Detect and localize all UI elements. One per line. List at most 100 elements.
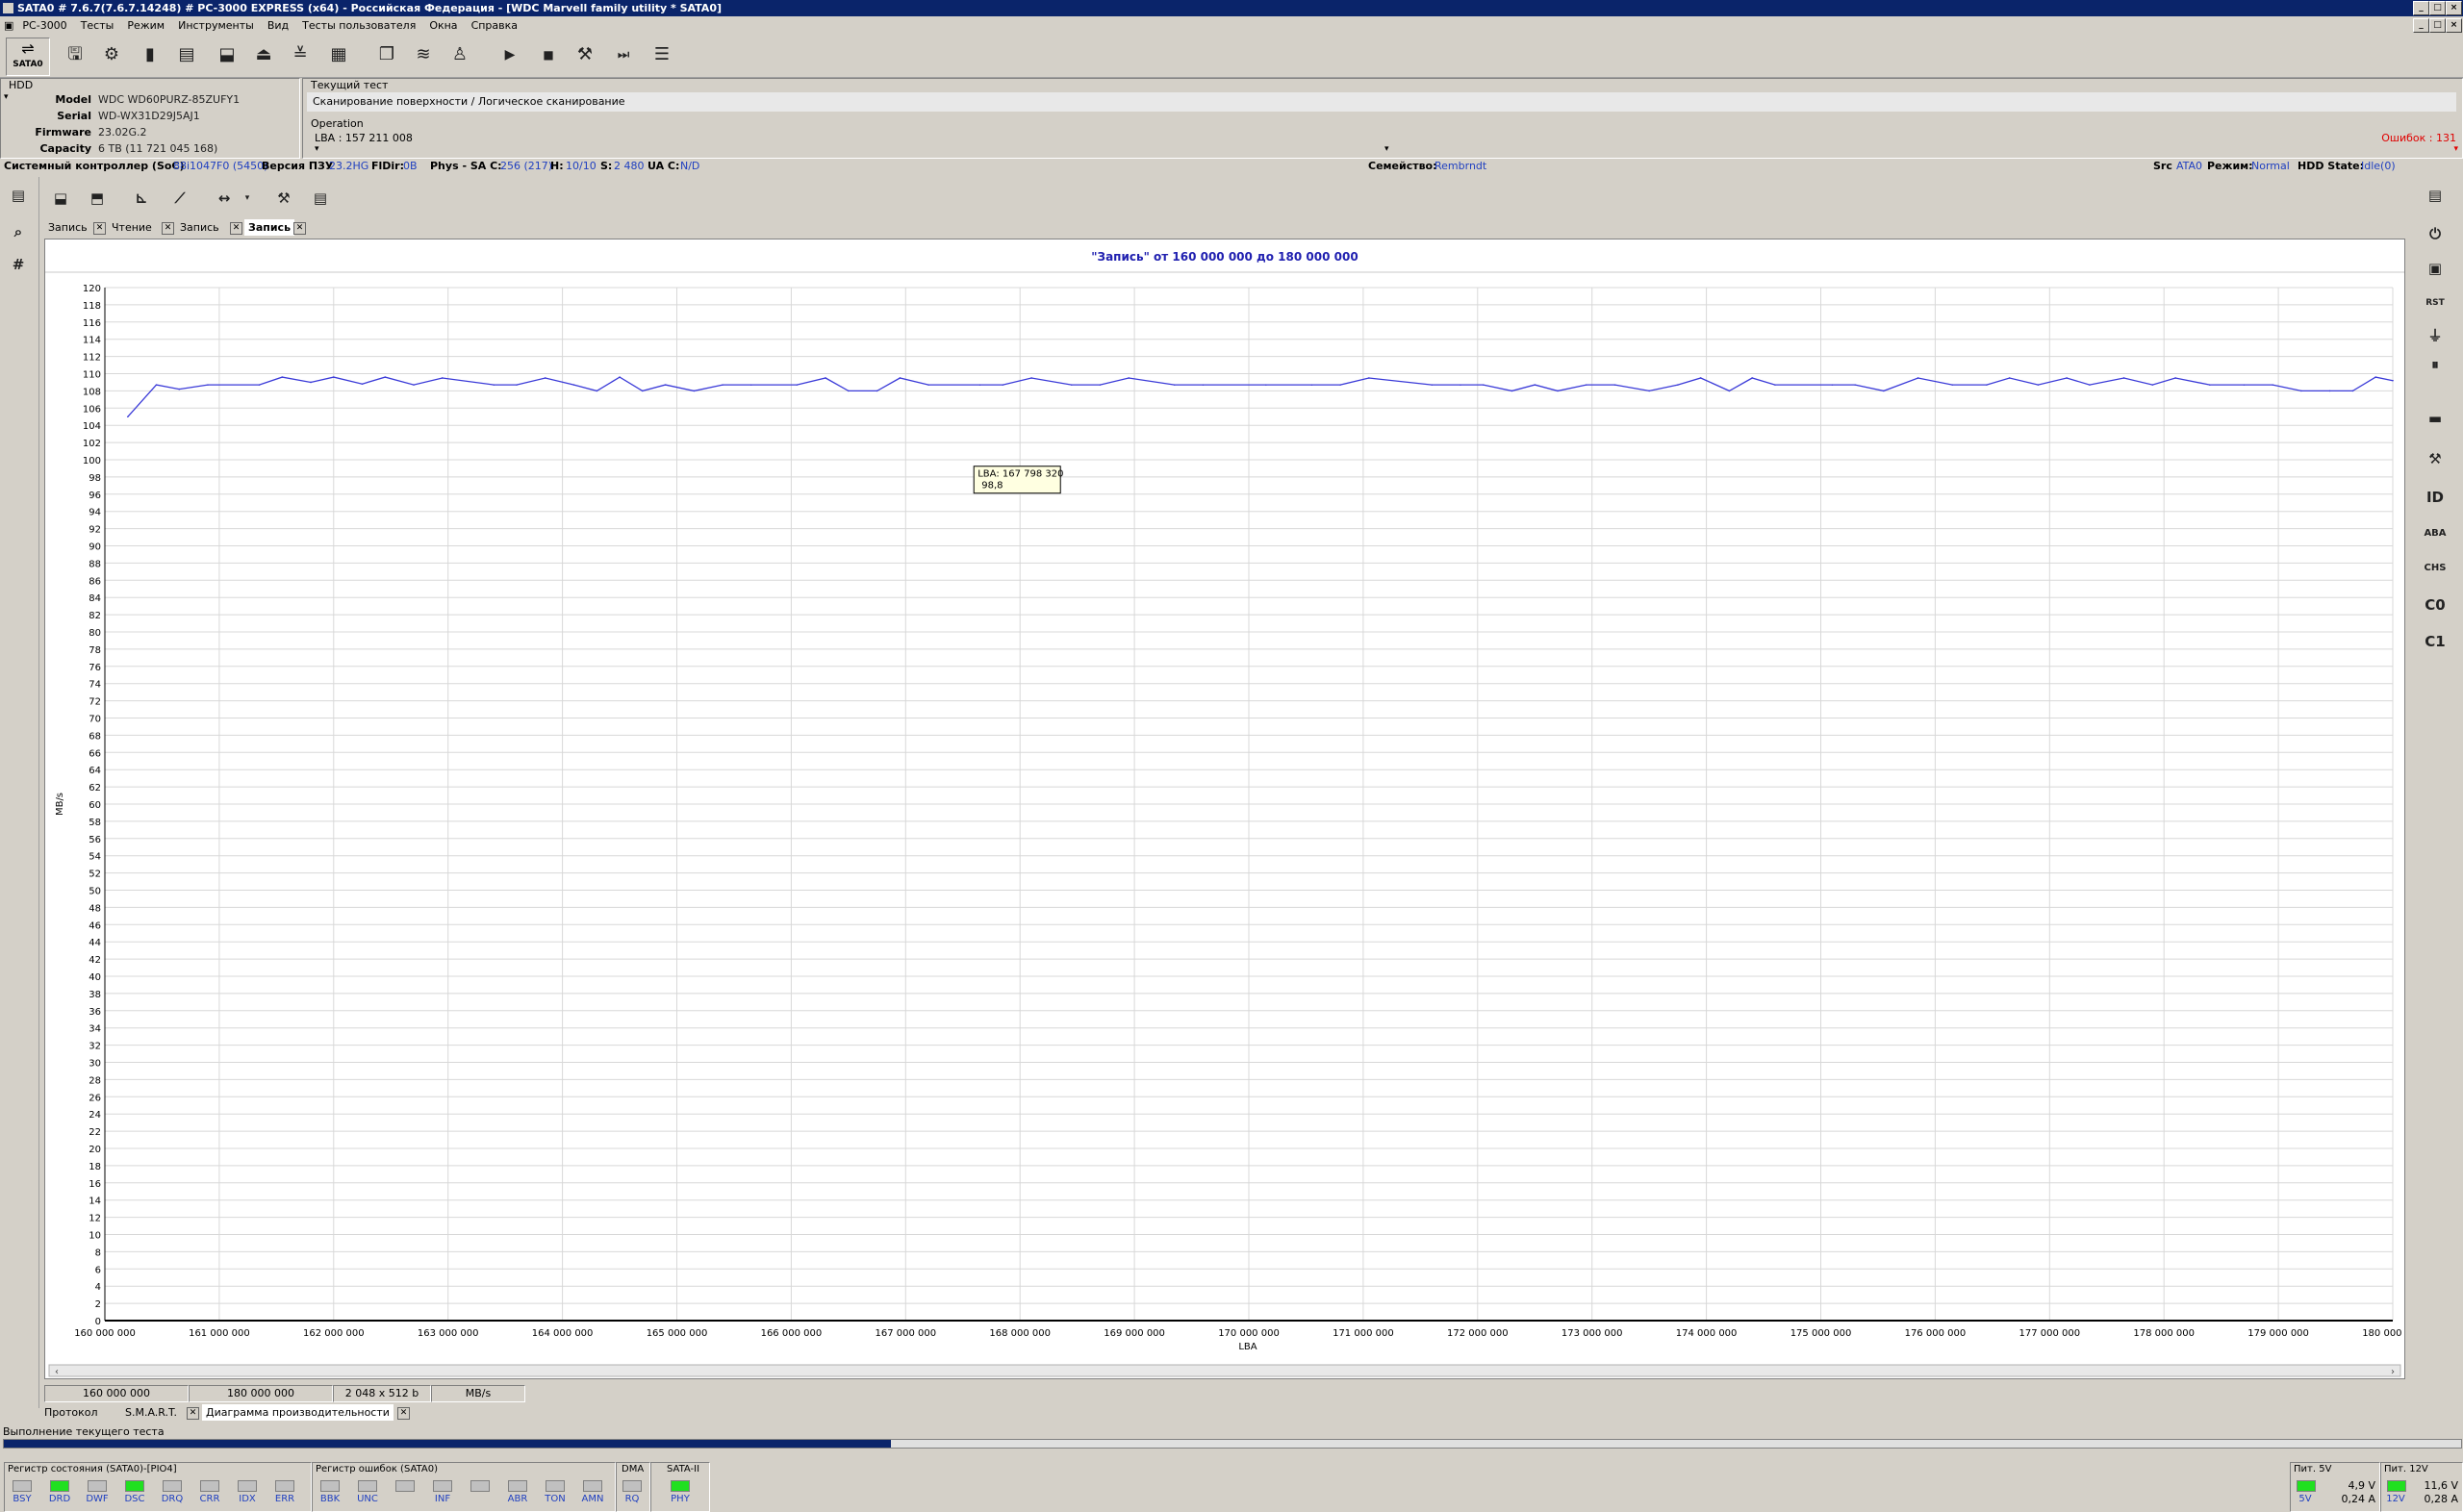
chart-axis-icon[interactable]: ⟋ xyxy=(165,184,194,213)
abba-icon[interactable]: ABA xyxy=(2421,519,2450,548)
chart-tools-icon[interactable]: ⚒ xyxy=(269,184,298,213)
gears-icon[interactable]: ⚙ xyxy=(96,39,127,70)
phys-label: Phys - SA C: xyxy=(430,160,502,172)
y-tick-label-38: 38 xyxy=(89,990,101,1000)
doc-tab-3[interactable]: Запись xyxy=(176,219,223,236)
smart-tab-close-icon[interactable]: ✕ xyxy=(187,1407,199,1420)
close-button[interactable]: × xyxy=(2446,1,2462,15)
drive-info-icon[interactable]: 🖫 xyxy=(60,39,90,70)
script-icon[interactable]: ▤ xyxy=(4,181,33,210)
mdi-icon[interactable]: ▣ xyxy=(0,16,15,35)
operation-label: Operation xyxy=(311,117,364,130)
doc-tab-2-close-icon[interactable]: ✕ xyxy=(162,222,174,235)
menu-item-windows[interactable]: Окна xyxy=(422,16,464,35)
data-point-0-36 xyxy=(1202,384,1205,386)
list-icon[interactable]: ☰ xyxy=(647,39,677,70)
hex-icon[interactable]: # xyxy=(4,250,33,279)
id-icon[interactable]: ID xyxy=(2421,483,2450,512)
mdi-restore-button[interactable]: □ xyxy=(2429,18,2446,33)
pause-icon[interactable]: ⏸ xyxy=(2421,350,2450,379)
chart-report-icon[interactable]: ▤ xyxy=(306,184,335,213)
stop-icon[interactable]: ■ xyxy=(533,39,564,70)
performance-chart: "Запись" от 160 000 000 до 180 000 000 0 2… xyxy=(45,239,2404,1377)
tools-icon[interactable]: ⚒ xyxy=(570,39,600,70)
copy-icon[interactable]: ❐ xyxy=(371,39,402,70)
doc-tab-1[interactable]: Запись xyxy=(44,219,91,236)
data-point-0-52 xyxy=(1728,390,1731,392)
errors-dropdown-icon[interactable]: ▾ xyxy=(2453,144,2458,154)
x-tick-label-12: 172 000 000 xyxy=(1447,1328,1509,1339)
y-tick-label-24: 24 xyxy=(89,1110,101,1121)
error-label-abr: ABR xyxy=(507,1494,528,1504)
c1-icon[interactable]: C1 xyxy=(2421,627,2450,656)
chart-histogram-icon[interactable]: ⊾ xyxy=(127,184,156,213)
y-tick-label-62: 62 xyxy=(89,783,101,794)
menu-item-tools[interactable]: Инструменты xyxy=(171,16,261,35)
y-tick-label-118: 118 xyxy=(83,301,101,312)
chart-range-dropdown-icon[interactable]: ▾ xyxy=(233,184,262,213)
heads-icon[interactable]: ⏏ xyxy=(248,39,279,70)
step-icon[interactable]: ⏭ xyxy=(608,39,639,70)
power-toggle-icon[interactable]: ⏻ xyxy=(2421,219,2450,248)
dma-rq-led xyxy=(622,1480,642,1492)
data-point-0-15 xyxy=(572,384,575,386)
drive-settings-icon[interactable]: ▬ xyxy=(2421,404,2450,433)
menu-item-pc3000[interactable]: PC-3000 xyxy=(15,16,73,35)
port-button[interactable]: ⇌ SATA0 xyxy=(6,38,50,76)
terminal-icon[interactable]: ▤ xyxy=(2421,181,2450,210)
save-icon[interactable]: ⬓ xyxy=(212,39,242,70)
data-point-0-6 xyxy=(310,381,312,384)
doc-tab-1-close-icon[interactable]: ✕ xyxy=(93,222,106,235)
wrench-icon[interactable]: ⚒ xyxy=(2421,444,2450,473)
range-from: 160 000 000 xyxy=(44,1385,189,1402)
operation-expand-icon[interactable]: ▾ xyxy=(1384,144,1389,154)
grid-icon[interactable]: ▦ xyxy=(323,39,354,70)
drive-icon[interactable]: ▣ xyxy=(2421,254,2450,283)
cache-icon[interactable]: ▤ xyxy=(171,39,202,70)
status-register-panel: Регистр состояния (SATA0)-[PIO4] BSY DRD D… xyxy=(4,1462,312,1512)
maximize-button[interactable]: □ xyxy=(2429,1,2446,15)
menu-item-user-tests[interactable]: Тесты пользователя xyxy=(295,16,422,35)
y-tick-label-18: 18 xyxy=(89,1162,101,1172)
performance-tab-close-icon[interactable]: ✕ xyxy=(397,1407,410,1420)
error-led-empty-2 xyxy=(395,1480,415,1492)
layers-icon[interactable]: ≋ xyxy=(408,39,439,70)
chart-save-as-icon[interactable]: ⬒ xyxy=(83,184,112,213)
doc-tab-4[interactable]: Запись xyxy=(244,219,295,236)
menu-item-view[interactable]: Вид xyxy=(261,16,295,35)
data-point-0-64 xyxy=(2089,384,2091,386)
run-user-icon[interactable]: ♙ xyxy=(444,39,475,70)
c0-icon[interactable]: C0 xyxy=(2421,591,2450,619)
minimize-button[interactable]: _ xyxy=(2413,1,2429,15)
operation-dropdown-icon[interactable]: ▾ xyxy=(315,144,319,154)
x-tick-label-9: 169 000 000 xyxy=(1104,1328,1165,1339)
protocol-tab[interactable]: Протокол xyxy=(40,1404,102,1421)
mdi-close-button[interactable]: × xyxy=(2446,18,2462,33)
error-led-amn xyxy=(583,1480,602,1492)
connector-icon[interactable]: ⏚ xyxy=(2421,321,2450,350)
reset-icon[interactable]: RST xyxy=(2421,289,2450,317)
chart-toolbar: ⬓ ⬒ ⊾ ⟋ ↔ ▾ ⚒ ▤ xyxy=(42,181,350,215)
menu-item-tests[interactable]: Тесты xyxy=(74,16,121,35)
stack-icon[interactable]: ≚ xyxy=(285,39,316,70)
data-point-0-43 xyxy=(1482,384,1485,386)
menu-item-help[interactable]: Справка xyxy=(465,16,524,35)
chip-icon[interactable]: ▮ xyxy=(135,39,165,70)
mdi-minimize-button[interactable]: _ xyxy=(2413,18,2429,33)
smart-tab[interactable]: S.M.A.R.T. xyxy=(121,1404,181,1421)
y-tick-label-60: 60 xyxy=(89,800,101,811)
hdd-dropdown-icon[interactable]: ▾ xyxy=(4,92,9,102)
play-icon[interactable]: ▶ xyxy=(495,39,525,70)
tooltip-value: 98,8 xyxy=(981,481,1003,491)
doc-tab-3-close-icon[interactable]: ✕ xyxy=(230,222,242,235)
performance-tab[interactable]: Диаграмма производительности xyxy=(202,1404,394,1421)
abba-chs-icon[interactable]: CHS xyxy=(2421,554,2450,583)
chart-save-icon[interactable]: ⬓ xyxy=(46,184,75,213)
dma-panel: DMA RQ xyxy=(616,1462,650,1512)
data-point-0-23 xyxy=(796,384,799,386)
y-tick-label-110: 110 xyxy=(83,370,101,381)
menu-item-mode[interactable]: Режим xyxy=(120,16,171,35)
doc-tab-4-close-icon[interactable]: ✕ xyxy=(293,222,306,235)
doc-tab-2[interactable]: Чтение xyxy=(108,219,156,236)
search-icon[interactable]: ⌕ xyxy=(4,217,33,246)
